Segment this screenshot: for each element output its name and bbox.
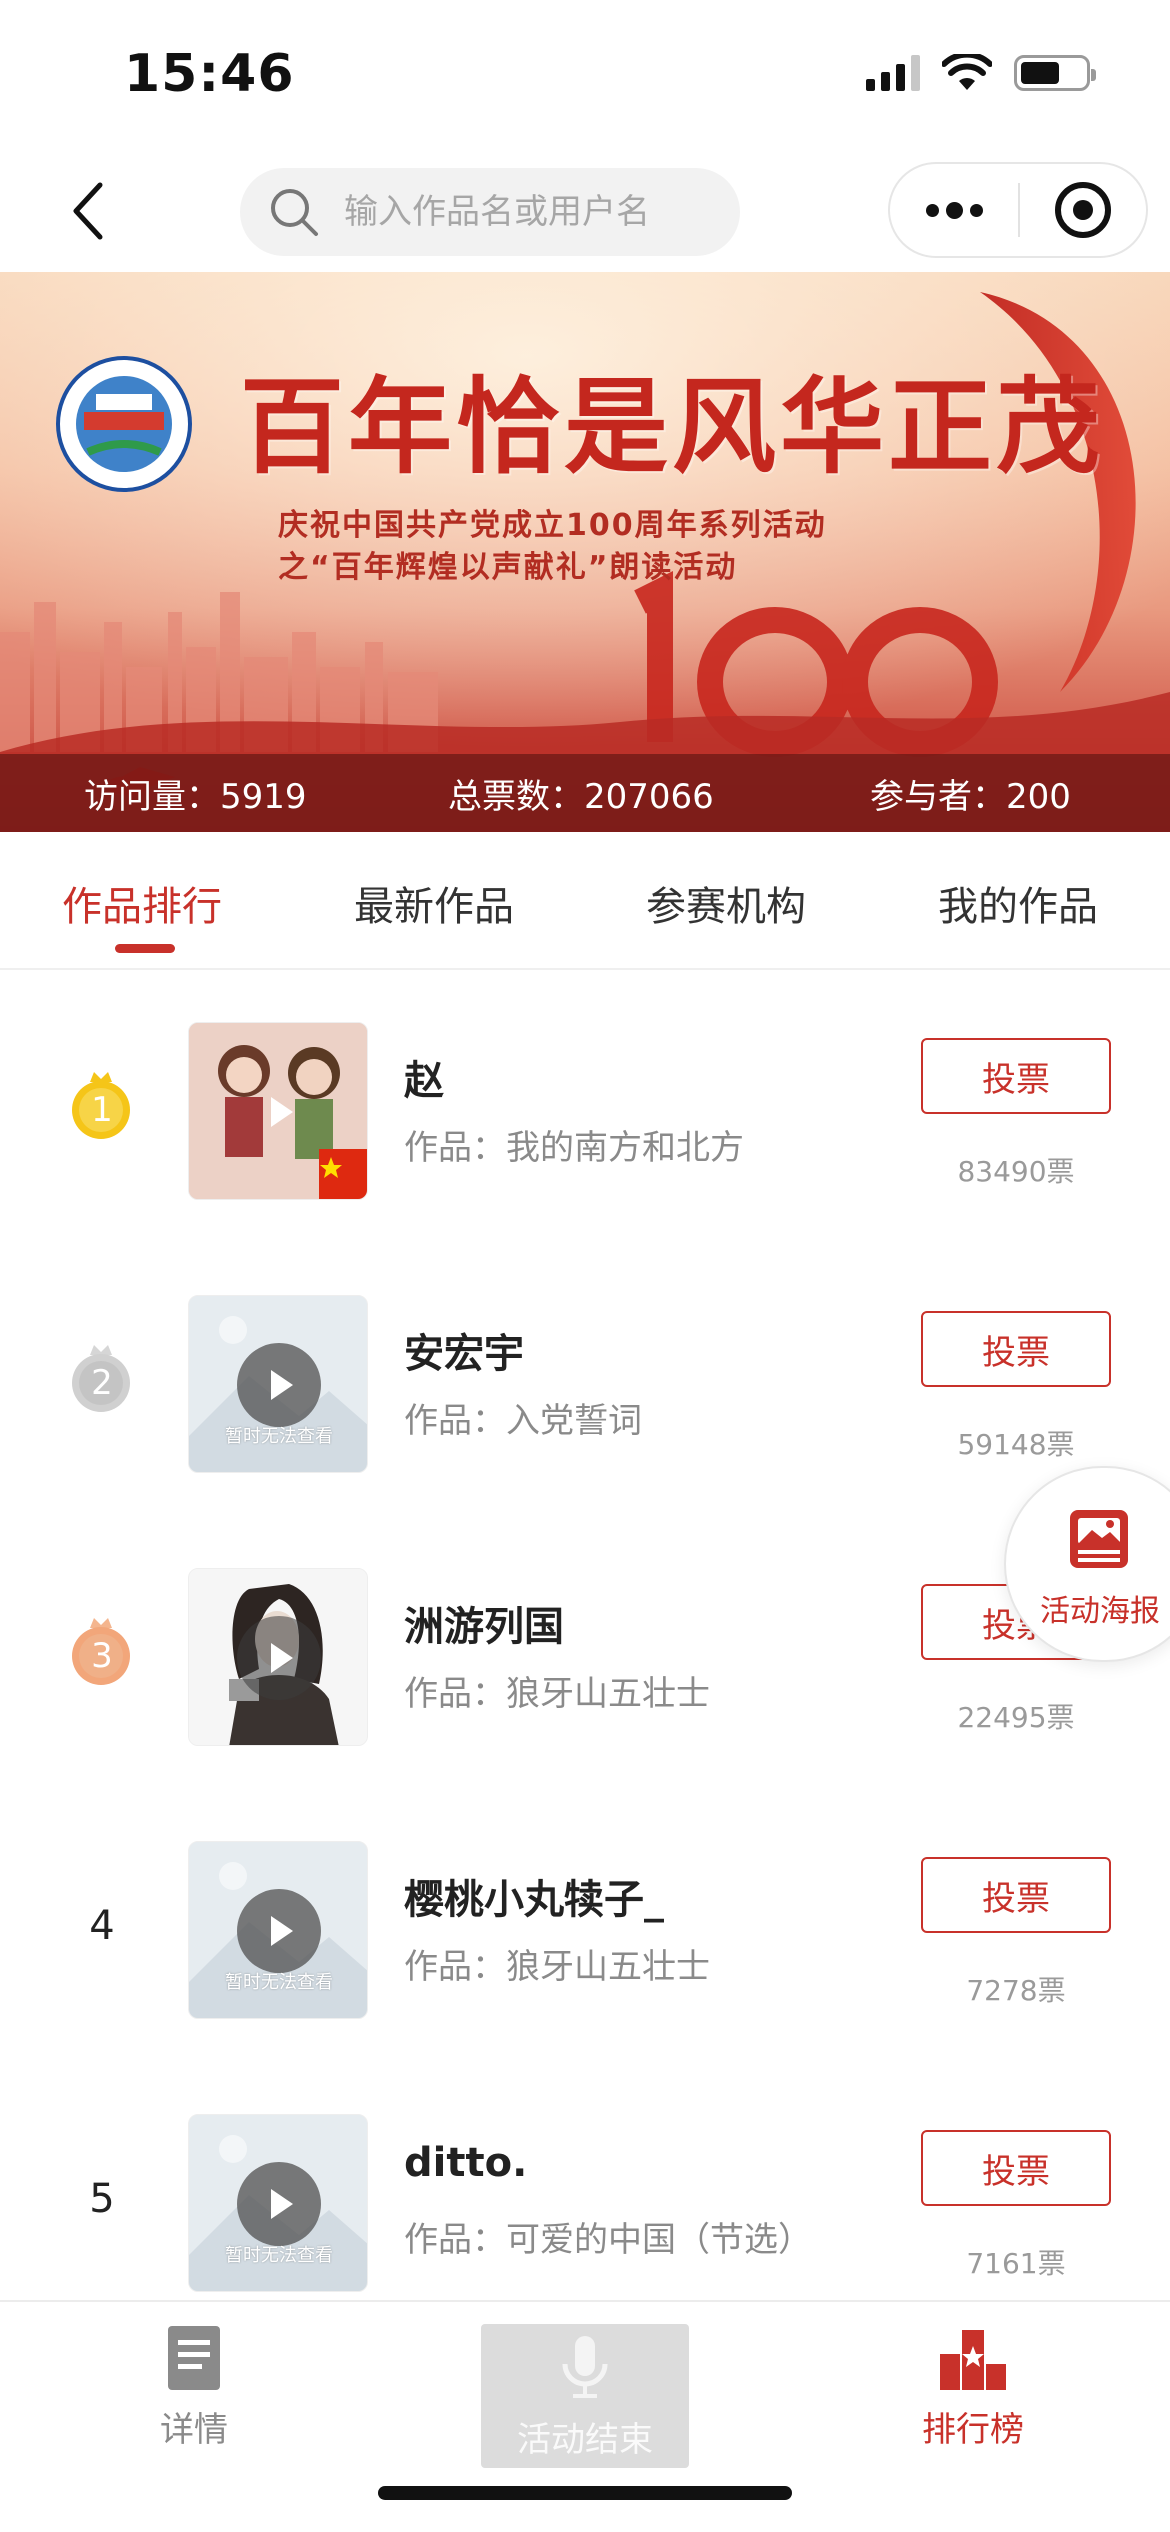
poster-label: 活动海报	[1040, 1594, 1160, 1629]
work-thumbnail[interactable]	[188, 1568, 368, 1746]
event-banner: 百年恰是风华正茂 庆祝中国共产党成立100周年系列活动 之“百年辉煌以声献礼”朗…	[0, 272, 1170, 832]
leaderboard-tab[interactable]: 排行榜	[863, 2324, 1083, 2451]
cellular-signal-icon	[866, 55, 920, 91]
poster-image-icon	[1070, 1510, 1128, 1568]
work-title: 作品：我的南方和北方	[404, 1128, 744, 1168]
banner-stats-bar: 访问量：5919 总票数：207066 参与者：200	[0, 754, 1170, 832]
tab-latest[interactable]: 最新作品	[354, 874, 514, 932]
play-button[interactable]	[237, 1616, 321, 1700]
play-button[interactable]	[237, 2162, 321, 2246]
search-icon	[271, 189, 318, 236]
vote-button[interactable]: 投票	[921, 1311, 1111, 1387]
tab-bar: 作品排行 最新作品 参赛机构 我的作品	[0, 832, 1170, 970]
chevron-left-icon	[73, 182, 103, 240]
tab-ranking[interactable]: 作品排行	[62, 874, 222, 932]
work-title: 作品：可爱的中国（节选）	[404, 2220, 812, 2260]
close-miniprogram-button[interactable]	[1020, 182, 1146, 238]
activity-ended-button[interactable]: 活动结束	[481, 2324, 689, 2468]
banner-title: 百年恰是风华正茂	[240, 365, 1105, 488]
author-name: 安宏宇	[404, 1331, 524, 1377]
vote-count: 22495票	[957, 1701, 1075, 1734]
stat-participants: 参与者：200	[870, 776, 1071, 817]
work-thumbnail[interactable]	[188, 1022, 368, 1200]
microphone-icon	[562, 2336, 608, 2398]
details-label: 详情	[160, 2410, 228, 2450]
tab-my-works[interactable]: 我的作品	[938, 874, 1098, 932]
status-time: 15:46	[124, 44, 295, 104]
author-name: 洲游列国	[404, 1604, 564, 1650]
play-button[interactable]	[237, 1343, 321, 1427]
unavailable-text: 暂时无法查看	[225, 2245, 333, 2266]
rank-number: 4	[89, 1903, 115, 1949]
banner-subtitle-2: 之“百年辉煌以声献礼”朗读活动	[278, 550, 738, 585]
vote-count: 7161票	[966, 2247, 1066, 2280]
vote-count: 59148票	[957, 1428, 1075, 1461]
stat-visits: 访问量：5919	[84, 776, 307, 817]
nav-bar	[0, 150, 1170, 272]
document-icon	[168, 2326, 220, 2390]
leaderboard-label: 排行榜	[922, 2410, 1024, 2450]
vote-button[interactable]: 投票	[921, 2130, 1111, 2206]
work-title: 作品：狼牙山五壮士	[404, 1674, 710, 1714]
work-title: 作品：狼牙山五壮士	[404, 1947, 710, 1987]
target-icon	[1054, 182, 1111, 238]
work-thumbnail[interactable]: 暂时无法查看	[188, 1295, 368, 1473]
vote-button[interactable]: 投票	[921, 1857, 1111, 1933]
author-name: 赵	[404, 1058, 444, 1104]
author-name: ditto.	[404, 2140, 528, 2186]
rank-number: 5	[89, 2176, 115, 2222]
status-bar: 15:46	[0, 0, 1170, 150]
app-root: 15:46 输入作品名或用户名 百年恰是风华正茂 庆祝中国共产党成立100周年系…	[0, 0, 1170, 2532]
status-icons	[866, 54, 1096, 92]
ended-label: 活动结束	[517, 2420, 653, 2460]
rank-number: 2	[91, 1363, 113, 1403]
active-tab-indicator	[115, 944, 175, 953]
stat-total-votes: 总票数：207066	[448, 776, 714, 817]
list-item[interactable]: 1 赵 作品：我的南方和北方 投票 83490票	[0, 970, 1170, 1243]
vote-count: 7278票	[966, 1974, 1066, 2007]
list-item[interactable]: 2 暂时无法查看 安宏宇 作品：入党誓词 投票 59148票	[0, 1243, 1170, 1516]
miniprogram-capsule	[888, 162, 1148, 258]
details-tab[interactable]: 详情	[84, 2324, 304, 2451]
list-item[interactable]: 3 洲游列国 作品：狼牙山五壮士 投票 22495票	[0, 1516, 1170, 1789]
vote-button[interactable]: 投票	[921, 1038, 1111, 1114]
work-thumbnail[interactable]: 暂时无法查看	[188, 1841, 368, 2019]
play-button[interactable]	[237, 1889, 321, 1973]
podium-icon	[940, 2330, 1006, 2390]
search-box[interactable]	[240, 168, 740, 256]
play-button[interactable]	[237, 1070, 321, 1154]
back-button[interactable]	[58, 178, 118, 244]
vote-count: 83490票	[957, 1155, 1075, 1188]
tab-organizations[interactable]: 参赛机构	[646, 874, 806, 932]
author-name: 樱桃小丸犊子_	[404, 1877, 664, 1923]
unavailable-text: 暂时无法查看	[225, 1426, 333, 1447]
wifi-icon	[942, 54, 992, 90]
banner-subtitle-1: 庆祝中国共产党成立100周年系列活动	[278, 508, 827, 543]
search-input[interactable]	[344, 192, 704, 232]
rank-number: 1	[91, 1090, 113, 1130]
home-indicator	[378, 2486, 792, 2500]
rank-number: 3	[91, 1636, 113, 1676]
work-title: 作品：入党誓词	[404, 1401, 642, 1441]
more-options-button[interactable]	[890, 201, 1018, 219]
work-thumbnail[interactable]: 暂时无法查看	[188, 2114, 368, 2292]
battery-icon	[1014, 55, 1096, 91]
unavailable-text: 暂时无法查看	[225, 1972, 333, 1993]
list-item[interactable]: 4 暂时无法查看 樱桃小丸犊子_ 作品：狼牙山五壮士 投票 7278票	[0, 1789, 1170, 2062]
list-item[interactable]: 5 暂时无法查看 ditto. 作品：可爱的中国（节选） 投票 7161票	[0, 2062, 1170, 2335]
